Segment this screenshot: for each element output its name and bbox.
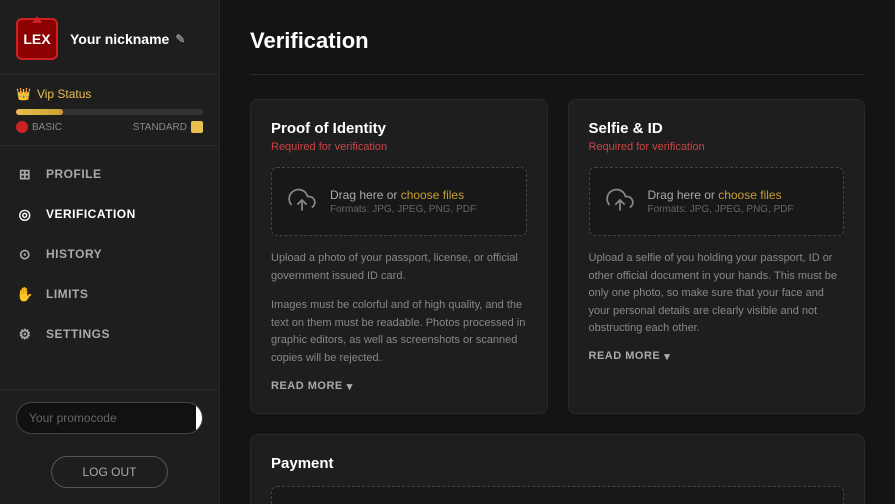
nav-label-profile: PROFILE — [46, 167, 102, 181]
nickname-wrap: Your nickname ✎ — [70, 31, 185, 47]
nav-item-settings[interactable]: ⚙ SETTINGS — [0, 314, 219, 354]
vip-section: 👑 Vip Status BASIC STANDARD — [0, 75, 219, 146]
verification-cards-row: Proof of Identity Required for verificat… — [250, 99, 865, 414]
nav-item-profile[interactable]: ⊞ PROFILE — [0, 154, 219, 194]
divider — [250, 74, 865, 75]
sidebar-profile: LEX Your nickname ✎ — [0, 0, 219, 75]
vip-levels: BASIC STANDARD — [16, 121, 203, 133]
nav-label-verification: VERIFICATION — [46, 207, 136, 221]
verification-icon: ◎ — [16, 205, 34, 223]
selfie-upload-formats: Formats: JPG, JPEG, PNG, PDF — [648, 204, 794, 215]
proof-required: Required for verification — [271, 141, 527, 153]
vip-level-basic: BASIC — [16, 121, 62, 133]
selfie-choose-files-link[interactable]: choose files — [718, 188, 781, 202]
page-title: Verification — [250, 28, 865, 54]
selfie-required: Required for verification — [589, 141, 845, 153]
logout-wrap: LOG OUT — [0, 446, 219, 504]
proof-of-identity-card: Proof of Identity Required for verificat… — [250, 99, 548, 414]
nav-label-history: HISTORY — [46, 247, 102, 261]
avatar: LEX — [16, 18, 58, 60]
proof-read-more-button[interactable]: READ MORE ▾ — [271, 380, 353, 393]
logout-button[interactable]: LOG OUT — [51, 456, 167, 488]
chevron-down-icon: ▾ — [347, 380, 353, 393]
selfie-desc1: Upload a selfie of you holding your pass… — [589, 250, 845, 338]
standard-icon — [191, 121, 203, 133]
selfie-chevron-down-icon: ▾ — [664, 350, 670, 363]
nav-item-verification[interactable]: ◎ VERIFICATION — [0, 194, 219, 234]
nav-item-history[interactable]: ⊙ HISTORY — [0, 234, 219, 274]
promo-input[interactable] — [17, 403, 196, 433]
selfie-upload-cloud-icon — [606, 186, 634, 217]
payment-title: Payment — [271, 455, 844, 472]
profile-icon: ⊞ — [16, 165, 34, 183]
vip-progress-bar — [16, 109, 203, 115]
sidebar: LEX Your nickname ✎ 👑 Vip Status BASIC S… — [0, 0, 220, 504]
crown-icon: 👑 — [16, 87, 31, 101]
history-icon: ⊙ — [16, 245, 34, 263]
main-content: Verification Proof of Identity Required … — [220, 0, 895, 504]
nav-item-limits[interactable]: ✋ LIMITS — [0, 274, 219, 314]
nickname-text: Your nickname — [70, 31, 169, 47]
vip-progress-fill — [16, 109, 63, 115]
proof-title: Proof of Identity — [271, 120, 527, 137]
sidebar-nav: ⊞ PROFILE ◎ VERIFICATION ⊙ HISTORY ✋ LIM… — [0, 146, 219, 389]
proof-desc2: Images must be colorful and of high qual… — [271, 297, 527, 367]
selfie-read-more-button[interactable]: READ MORE ▾ — [589, 350, 671, 363]
proof-upload-formats: Formats: JPG, JPEG, PNG, PDF — [330, 204, 476, 215]
proof-choose-files-link[interactable]: choose files — [401, 188, 464, 202]
payment-card: Payment Drag here or choose files Format… — [250, 434, 865, 504]
nav-label-limits: LIMITS — [46, 287, 88, 301]
proof-desc1: Upload a photo of your passport, license… — [271, 250, 527, 285]
settings-icon: ⚙ — [16, 325, 34, 343]
basic-icon — [16, 121, 28, 133]
vip-label: 👑 Vip Status — [16, 87, 203, 101]
promo-apply-button[interactable]: APPLY — [196, 403, 203, 433]
payment-upload-zone[interactable]: Drag here or choose files Formats: JPG, … — [271, 486, 844, 504]
selfie-upload-zone[interactable]: Drag here or choose files Formats: JPG, … — [589, 167, 845, 236]
proof-upload-zone[interactable]: Drag here or choose files Formats: JPG, … — [271, 167, 527, 236]
selfie-title: Selfie & ID — [589, 120, 845, 137]
promo-input-wrap: APPLY — [16, 402, 203, 434]
selfie-upload-text: Drag here or choose files — [648, 188, 794, 202]
selfie-id-card: Selfie & ID Required for verification Dr… — [568, 99, 866, 414]
limits-icon: ✋ — [16, 285, 34, 303]
edit-icon[interactable]: ✎ — [175, 32, 185, 46]
upload-cloud-icon — [288, 186, 316, 217]
promo-section: APPLY — [0, 389, 219, 446]
proof-upload-text: Drag here or choose files — [330, 188, 476, 202]
vip-level-standard: STANDARD — [133, 121, 203, 133]
nav-label-settings: SETTINGS — [46, 327, 110, 341]
